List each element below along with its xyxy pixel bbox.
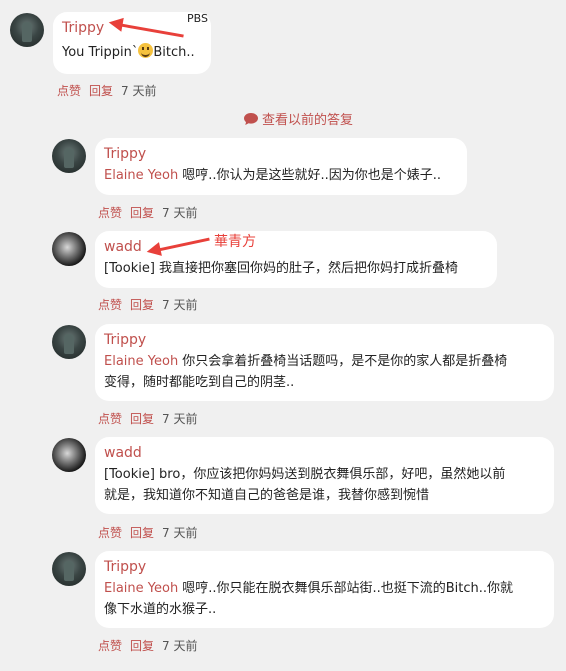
annotation-pbs: PBS (187, 12, 208, 25)
annotation-huaqingfang: 華青方 (214, 234, 256, 250)
comment-time: 7 天前 (162, 412, 198, 426)
comment-author[interactable]: wadd (104, 239, 142, 255)
reply-button[interactable]: 回复 (130, 204, 154, 221)
comment-text: [Tookie] 我直接把你塞回你妈的肚子，然后把你妈打成折叠椅 (104, 258, 458, 279)
comment-author[interactable]: wadd (104, 445, 142, 461)
view-previous-label: 查看以前的答复 (262, 113, 354, 128)
like-button[interactable]: 点赞 (98, 524, 122, 541)
reply-button[interactable]: 回复 (130, 637, 154, 654)
reply-button[interactable]: 回复 (89, 82, 113, 99)
comment-actions: 点赞 回复 7 天前 (98, 410, 197, 427)
like-button[interactable]: 点赞 (98, 204, 122, 221)
comment-actions: 点赞 回复 7 天前 (57, 82, 156, 99)
comment-time: 7 天前 (162, 639, 198, 653)
grinning-face-icon (138, 43, 154, 58)
comment-actions: 点赞 回复 7 天前 (98, 204, 197, 221)
avatar[interactable] (52, 438, 86, 472)
comment-actions: 点赞 回复 7 天前 (98, 296, 197, 313)
comment-time: 7 天前 (162, 526, 198, 540)
reply-button[interactable]: 回复 (130, 524, 154, 541)
like-button[interactable]: 点赞 (98, 637, 122, 654)
comment-text-after: Bitch.. (153, 45, 195, 60)
comment-body-line1: [Tookie] bro，你应该把你妈妈送到脱衣舞俱乐部，好吧，虽然她以前 (104, 467, 506, 482)
comment-time: 7 天前 (162, 298, 198, 312)
comment-actions: 点赞 回复 7 天前 (98, 637, 197, 654)
avatar[interactable] (52, 552, 86, 586)
mention-link[interactable]: Elaine Yeoh (104, 354, 178, 369)
comment-text: Elaine Yeoh 嗯哼..你只能在脱衣舞俱乐部站街..也挺下流的Bitch.… (104, 578, 513, 620)
comment-time: 7 天前 (121, 84, 157, 98)
comment-text-before: You Trippin` (62, 45, 139, 60)
comment-text: Elaine Yeoh 嗯哼..你认为是这些就好..因为你也是个婊子.. (104, 165, 441, 186)
like-button[interactable]: 点赞 (98, 296, 122, 313)
comment-body-line2: 就是，我知道你不知道自己的爸爸是谁，我替你感到惋惜 (104, 488, 430, 503)
comment-body-line2: 像下水道的水猴子.. (104, 602, 217, 617)
like-button[interactable]: 点赞 (98, 410, 122, 427)
avatar[interactable] (52, 325, 86, 359)
view-previous-replies-link[interactable]: 查看以前的答复 (244, 109, 353, 128)
comment-text: Elaine Yeoh 你只会拿着折叠椅当话题吗，是不是你的家人都是折叠椅 变得，… (104, 351, 507, 393)
comment-actions: 点赞 回复 7 天前 (98, 524, 197, 541)
comment-body-line1: 你只会拿着折叠椅当话题吗，是不是你的家人都是折叠椅 (182, 354, 508, 369)
comment-body-line2: 变得，随时都能吃到自己的阴茎.. (104, 375, 295, 390)
speech-bubble-icon (244, 112, 258, 125)
comment-author[interactable]: Trippy (104, 146, 146, 162)
reply-button[interactable]: 回复 (130, 410, 154, 427)
mention-link[interactable]: Elaine Yeoh (104, 168, 178, 183)
mention-link[interactable]: Elaine Yeoh (104, 581, 178, 596)
comment-text: [Tookie] bro，你应该把你妈妈送到脱衣舞俱乐部，好吧，虽然她以前 就是… (104, 464, 505, 506)
avatar[interactable] (52, 139, 86, 173)
comment-author[interactable]: Trippy (62, 20, 104, 36)
comment-body: [Tookie] 我直接把你塞回你妈的肚子，然后把你妈打成折叠椅 (104, 261, 459, 276)
avatar[interactable] (10, 13, 44, 47)
comment-body: 嗯哼..你认为是这些就好..因为你也是个婊子.. (182, 168, 441, 183)
comment-author[interactable]: Trippy (104, 332, 146, 348)
comment-time: 7 天前 (162, 206, 198, 220)
comment-body-line1: 嗯哼..你只能在脱衣舞俱乐部站街..也挺下流的Bitch..你就 (182, 581, 513, 596)
comment-text: You Trippin` Bitch.. (62, 42, 195, 63)
reply-button[interactable]: 回复 (130, 296, 154, 313)
like-button[interactable]: 点赞 (57, 82, 81, 99)
comment-author[interactable]: Trippy (104, 559, 146, 575)
avatar[interactable] (52, 232, 86, 266)
